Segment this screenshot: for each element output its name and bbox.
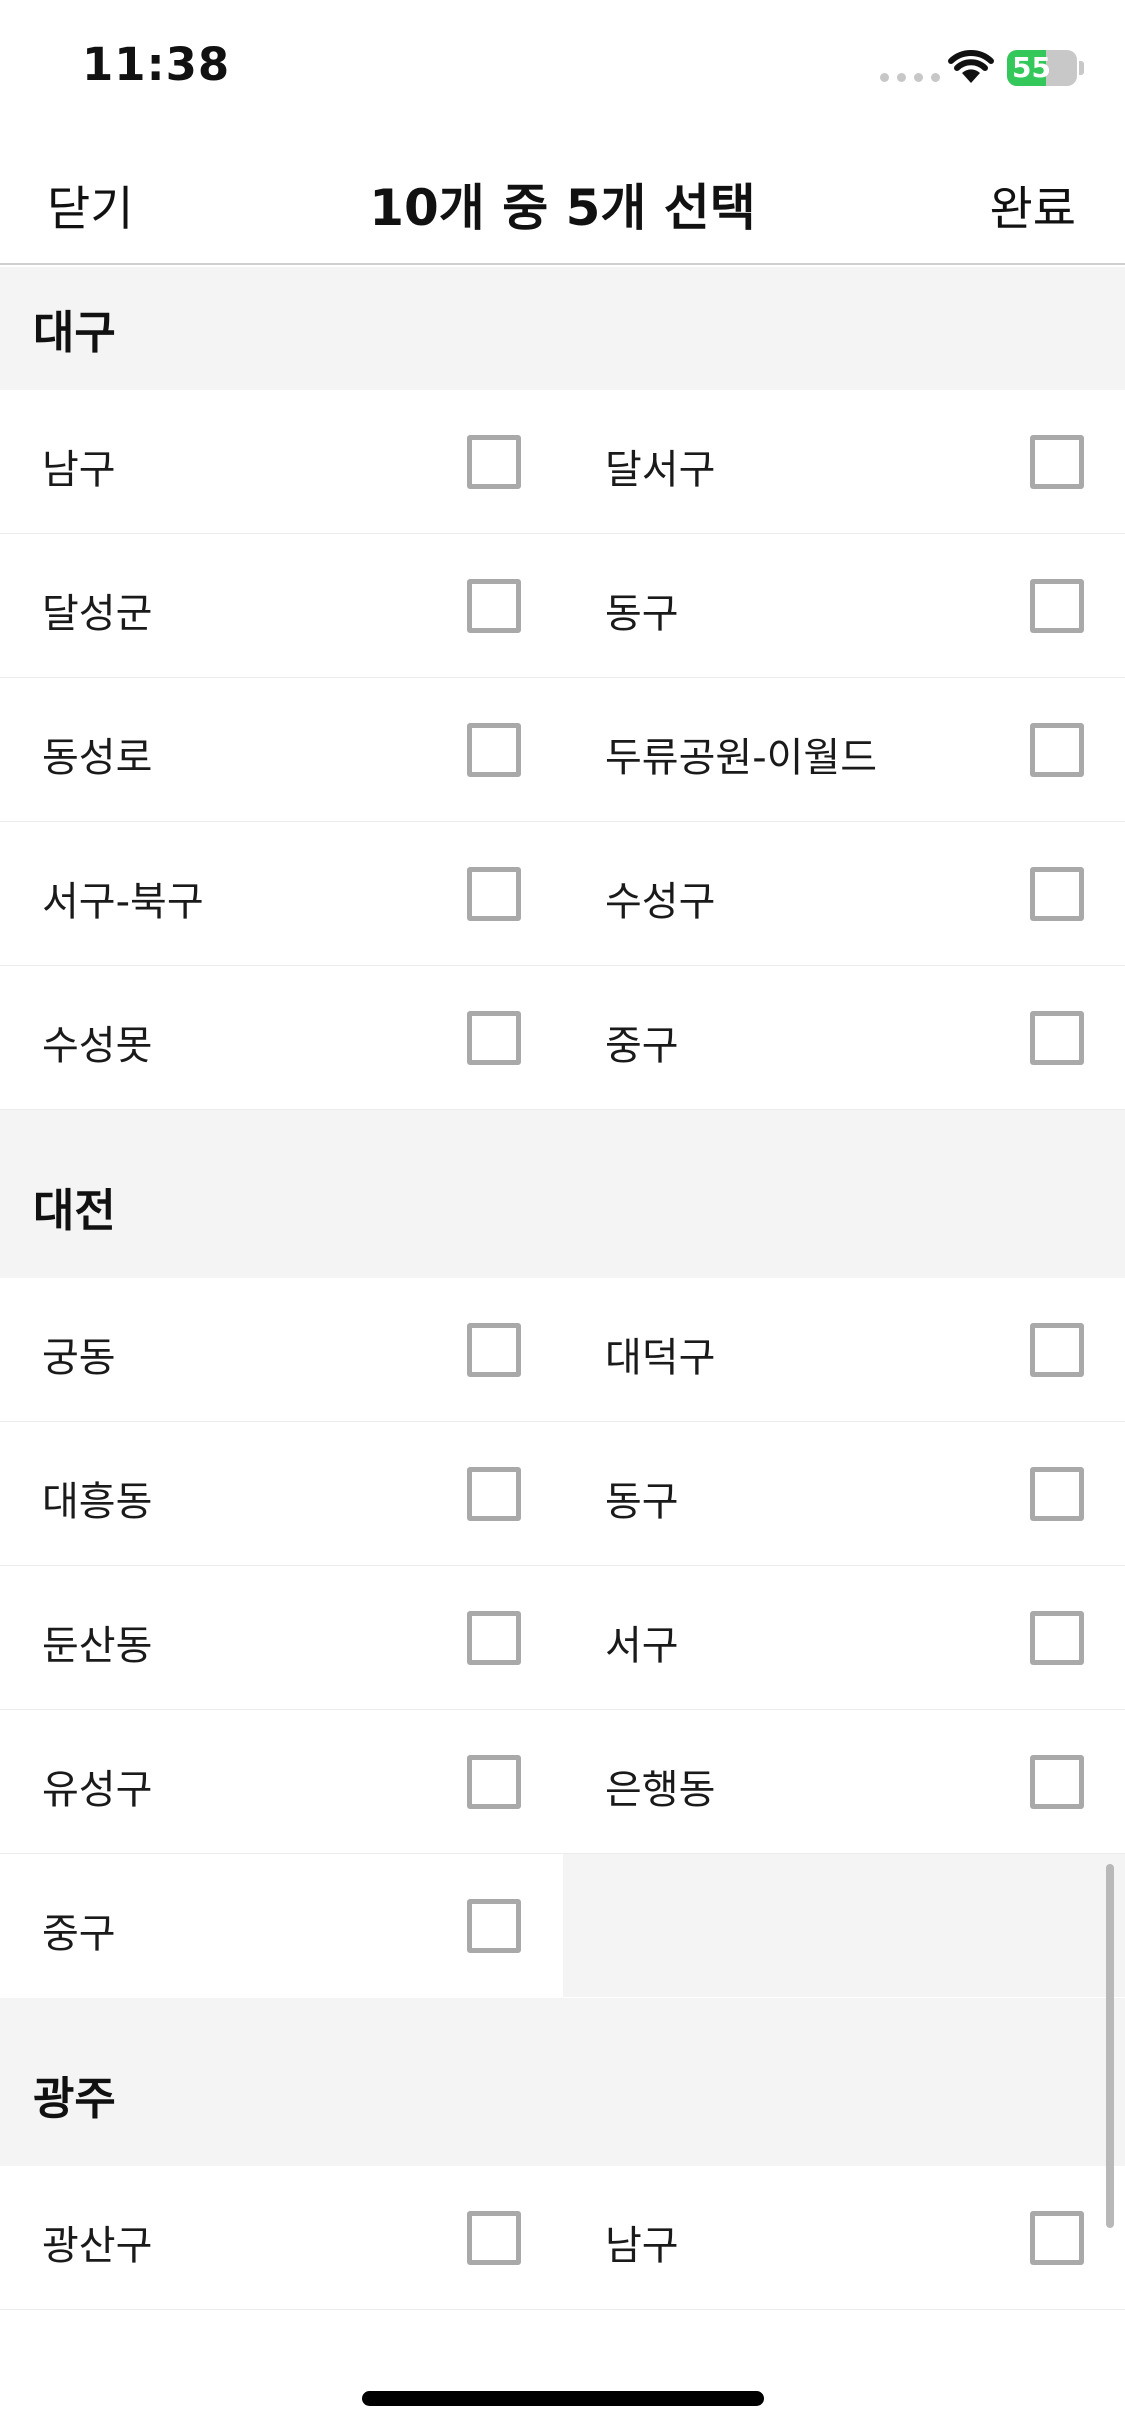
list-row: 수성못 중구 [0, 966, 1125, 1110]
section-header: 대전 [0, 1110, 1125, 1278]
checkbox[interactable] [467, 723, 521, 777]
list-item[interactable]: 서구-북구 [0, 822, 562, 965]
list-item[interactable]: 두류공원-이월드 [563, 678, 1125, 821]
list-row: 남구 달서구 [0, 390, 1125, 534]
list-row: 서구-북구 수성구 [0, 822, 1125, 966]
checkbox[interactable] [467, 2211, 521, 2265]
list-item-label: 달서구 [605, 447, 716, 493]
section-title: 대전 [33, 1184, 116, 1237]
list-item[interactable]: 광산구 [0, 2166, 562, 2309]
list-item[interactable]: 수성못 [0, 966, 562, 1109]
list-item-label: 은행동 [605, 1767, 716, 1813]
list-item-label: 대덕구 [605, 1335, 716, 1381]
list-item-label: 대흥동 [42, 1479, 153, 1525]
list-row: 달성군 동구 [0, 534, 1125, 678]
list-row: 동성로 두류공원-이월드 [0, 678, 1125, 822]
navigation-bar: 닫기 10개 중 5개 선택 완료 [0, 132, 1125, 265]
list-row: 중구 [0, 1854, 1125, 1998]
checkbox[interactable] [1030, 435, 1084, 489]
list-item[interactable]: 동구 [563, 534, 1125, 677]
status-bar: 11:38 55 [0, 0, 1125, 132]
status-time: 11:38 [82, 38, 231, 91]
list-item-label: 동성로 [42, 735, 153, 781]
checkbox[interactable] [1030, 1755, 1084, 1809]
section-header: 광주 [0, 1998, 1125, 2166]
checkbox[interactable] [1030, 2211, 1084, 2265]
done-button[interactable]: 완료 [990, 170, 1076, 239]
list-item[interactable]: 대흥동 [0, 1422, 562, 1565]
list-item[interactable]: 둔산동 [0, 1566, 562, 1709]
list-item-label: 중구 [605, 1023, 679, 1069]
section-title: 광주 [33, 2072, 116, 2125]
scroll-indicator[interactable] [1106, 1864, 1114, 2228]
list-item-label: 광산구 [42, 2223, 153, 2269]
list-row: 둔산동 서구 [0, 1566, 1125, 1710]
list-row: 대흥동 동구 [0, 1422, 1125, 1566]
battery-cap [1079, 61, 1084, 75]
list-item[interactable]: 수성구 [563, 822, 1125, 965]
list-item[interactable]: 남구 [0, 390, 562, 533]
list-item[interactable]: 궁동 [0, 1278, 562, 1421]
battery-level: 55 [1012, 51, 1051, 84]
checkbox[interactable] [1030, 1011, 1084, 1065]
list-item[interactable]: 달성군 [0, 534, 562, 677]
list-item-label: 둔산동 [42, 1623, 153, 1669]
list-item-label: 서구-북구 [42, 879, 204, 925]
list-item-label: 궁동 [42, 1335, 116, 1381]
checkbox[interactable] [467, 435, 521, 489]
list-item[interactable]: 남구 [563, 2166, 1125, 2309]
list-item-label: 유성구 [42, 1767, 153, 1813]
list-item[interactable]: 중구 [563, 966, 1125, 1109]
list-row: 광산구 남구 [0, 2166, 1125, 2310]
list-item[interactable]: 은행동 [563, 1710, 1125, 1853]
checkbox[interactable] [1030, 579, 1084, 633]
list-item-label: 동구 [605, 591, 679, 637]
list-item-label: 남구 [42, 447, 116, 493]
list-item[interactable]: 달서구 [563, 390, 1125, 533]
list-row: 유성구 은행동 [0, 1710, 1125, 1854]
checkbox[interactable] [467, 1011, 521, 1065]
page-title: 10개 중 5개 선택 [369, 179, 756, 237]
checkbox[interactable] [467, 1323, 521, 1377]
list-item[interactable]: 유성구 [0, 1710, 562, 1853]
list-item[interactable]: 서구 [563, 1566, 1125, 1709]
list-item-label: 동구 [605, 1479, 679, 1525]
checkbox[interactable] [467, 1899, 521, 1953]
list-item-label: 중구 [42, 1911, 116, 1957]
wifi-icon [948, 50, 994, 88]
checkbox[interactable] [1030, 1611, 1084, 1665]
checkbox[interactable] [1030, 1323, 1084, 1377]
cellular-signal-icon [880, 73, 940, 82]
list-item[interactable]: 대덕구 [563, 1278, 1125, 1421]
list-item-label: 달성군 [42, 591, 153, 637]
checkbox[interactable] [1030, 867, 1084, 921]
list-item-label: 수성못 [42, 1023, 153, 1069]
list-item-label: 수성구 [605, 879, 716, 925]
checkbox[interactable] [1030, 723, 1084, 777]
checkbox[interactable] [467, 1467, 521, 1521]
region-list: 대구 남구 달서구 달성군 동구 동성로 두류공원-이월드 서구-북구 수성구 수성못 중구 대전 궁동… [0, 267, 1125, 2310]
list-item[interactable]: 동성로 [0, 678, 562, 821]
section-title: 대구 [33, 306, 116, 359]
home-indicator [362, 2391, 764, 2406]
list-item-label: 남구 [605, 2223, 679, 2269]
checkbox[interactable] [467, 1611, 521, 1665]
list-row: 궁동 대덕구 [0, 1278, 1125, 1422]
list-item[interactable]: 중구 [0, 1854, 562, 1997]
checkbox[interactable] [467, 579, 521, 633]
battery-icon: 55 [1007, 50, 1077, 86]
checkbox[interactable] [467, 867, 521, 921]
checkbox[interactable] [1030, 1467, 1084, 1521]
list-item-label: 서구 [605, 1623, 679, 1669]
list-item-label: 두류공원-이월드 [605, 735, 878, 781]
list-item[interactable]: 동구 [563, 1422, 1125, 1565]
section-header: 대구 [0, 267, 1125, 390]
empty-cell [563, 1854, 1125, 1997]
checkbox[interactable] [467, 1755, 521, 1809]
